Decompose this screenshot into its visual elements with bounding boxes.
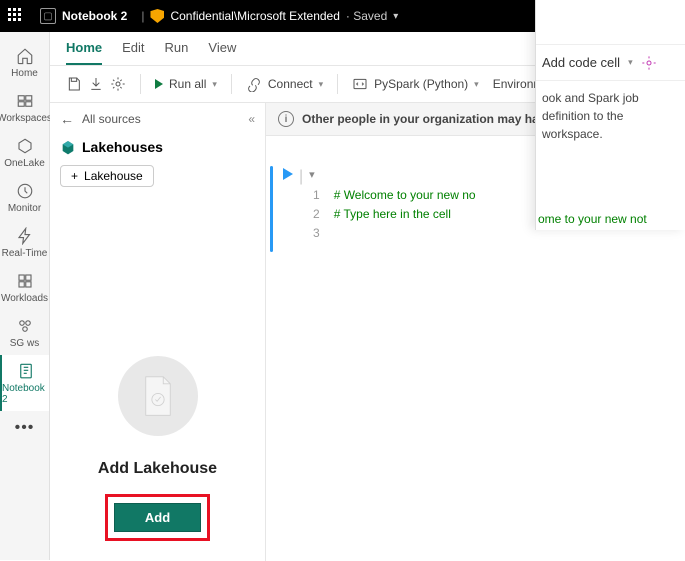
highlight-box: Add <box>105 494 210 541</box>
app-launcher-icon[interactable] <box>8 8 24 24</box>
all-sources-link[interactable]: All sources <box>82 112 141 126</box>
overlay-description: ook and Spark job definition to the work… <box>536 81 685 151</box>
save-icon[interactable] <box>66 76 82 92</box>
rail-workspaces[interactable]: Workspaces <box>0 85 49 130</box>
sensitivity-label[interactable]: Confidential\Microsoft Extended <box>170 9 339 23</box>
code-content[interactable]: # Welcome to your new no # Type here in … <box>334 186 476 244</box>
add-code-cell-button[interactable]: Add code cell <box>542 55 620 70</box>
monitor-icon <box>15 181 35 201</box>
collapse-panel-icon[interactable]: « <box>248 112 255 126</box>
link-icon <box>246 76 262 92</box>
chevron-down-icon[interactable]: ▾ <box>628 57 633 68</box>
run-cell-icon[interactable] <box>283 168 293 180</box>
empty-state-title: Add Lakehouse <box>98 460 217 478</box>
add-lakehouse-quick-button[interactable]: + Lakehouse <box>60 165 154 187</box>
rail-more[interactable]: ••• <box>15 411 35 445</box>
tab-run[interactable]: Run <box>165 40 189 65</box>
back-arrow-icon[interactable]: ← <box>60 111 74 127</box>
cell-active-indicator <box>270 166 273 252</box>
realtime-icon <box>15 226 35 246</box>
workspaces-icon <box>15 91 35 111</box>
info-icon: i <box>278 111 294 127</box>
notebook-icon: ▢ <box>40 8 56 24</box>
language-selector[interactable]: PySpark (Python) ▾ <box>352 76 479 92</box>
document-title[interactable]: Notebook 2 <box>62 9 127 23</box>
play-icon <box>155 79 163 89</box>
empty-state: Add Lakehouse Add <box>50 189 265 561</box>
rail-home[interactable]: Home <box>0 40 49 85</box>
overlay-code: ome to your new not e here in the cell e <box>536 201 685 230</box>
workloads-icon <box>15 271 35 291</box>
rail-realtime[interactable]: Real-Time <box>0 220 49 265</box>
lakehouse-icon <box>60 139 76 155</box>
home-icon <box>15 46 35 66</box>
chevron-down-icon[interactable]: ▾ <box>309 168 315 181</box>
notebook-icon <box>16 361 36 381</box>
download-icon[interactable] <box>88 76 104 92</box>
chevron-down-icon[interactable]: ▾ <box>319 79 324 90</box>
cell-separator: | <box>299 168 303 186</box>
save-status: · Saved <box>346 9 387 23</box>
rail-sg-ws[interactable]: SG ws <box>0 310 49 355</box>
code-icon <box>352 76 368 92</box>
chevron-down-icon[interactable]: ▾ <box>393 11 398 22</box>
shield-icon <box>150 9 164 23</box>
tab-view[interactable]: View <box>208 40 236 65</box>
add-button[interactable]: Add <box>114 503 201 532</box>
tab-edit[interactable]: Edit <box>122 40 144 65</box>
separator: | <box>141 9 144 23</box>
chevron-down-icon[interactable]: ▾ <box>212 79 217 90</box>
tab-home[interactable]: Home <box>66 40 102 65</box>
rail-notebook2[interactable]: Notebook 2 <box>0 355 49 411</box>
overlay-fragment: Add code cell ▾ ook and Spark job defini… <box>535 0 685 230</box>
line-gutter: 1 2 3 <box>313 186 320 244</box>
gear-icon[interactable] <box>641 55 657 71</box>
chevron-down-icon[interactable]: ▾ <box>474 79 479 90</box>
settings-icon[interactable] <box>110 76 126 92</box>
environment-selector[interactable]: Environn <box>493 77 540 91</box>
rail-monitor[interactable]: Monitor <box>0 175 49 220</box>
explorer-panel: ← All sources « Lakehouses + Lakehouse A… <box>50 103 266 561</box>
left-nav-rail: Home Workspaces OneLake Monitor Real-Tim… <box>0 32 50 560</box>
run-all-button[interactable]: Run all ▾ <box>155 77 217 91</box>
workspace-icon <box>15 316 35 336</box>
panel-title: Lakehouses <box>50 135 265 163</box>
plus-icon: + <box>71 169 78 183</box>
empty-illustration <box>118 356 198 436</box>
onelake-icon <box>15 136 35 156</box>
rail-onelake[interactable]: OneLake <box>0 130 49 175</box>
connect-button[interactable]: Connect ▾ <box>246 76 323 92</box>
title-bar: ▢ Notebook 2 | Confidential\Microsoft Ex… <box>0 0 538 32</box>
rail-workloads[interactable]: Workloads <box>0 265 49 310</box>
